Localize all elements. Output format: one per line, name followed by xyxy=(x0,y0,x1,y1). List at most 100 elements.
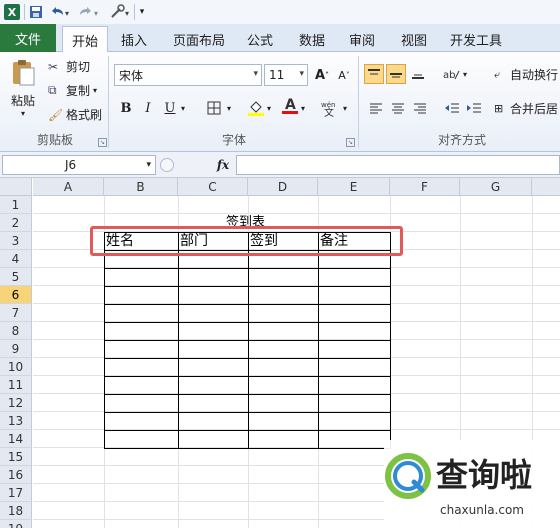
font-color-button[interactable]: A xyxy=(280,96,300,116)
row-header-8[interactable]: 8 xyxy=(0,322,32,340)
align-top-button[interactable] xyxy=(364,64,384,84)
orientation-icon: ab xyxy=(443,70,460,81)
row-header-19[interactable]: 19 xyxy=(0,520,32,528)
fill-color-button[interactable] xyxy=(246,98,266,118)
column-header-f[interactable]: F xyxy=(390,178,460,196)
save-icon[interactable] xyxy=(28,3,44,21)
bold-button[interactable]: B xyxy=(116,98,136,118)
column-header-h[interactable] xyxy=(532,178,560,196)
increase-indent-button[interactable] xyxy=(464,98,484,118)
tab-file[interactable]: 文件 xyxy=(0,24,56,52)
row-header-9[interactable]: 9 xyxy=(0,340,32,358)
align-middle-icon xyxy=(390,73,402,78)
row-header-6[interactable]: 6 xyxy=(0,286,32,304)
column-header-d[interactable]: D xyxy=(248,178,318,196)
tab-page-layout[interactable]: 页面布局 xyxy=(168,26,230,52)
tab-review[interactable]: 审阅 xyxy=(342,26,382,52)
row-header-17[interactable]: 17 xyxy=(0,484,32,502)
excel-icon[interactable]: X xyxy=(4,3,20,21)
font-name-select[interactable]: 宋体 ▾ xyxy=(114,64,262,86)
grow-font-icon: A xyxy=(314,67,326,83)
row-header-13[interactable]: 13 xyxy=(0,412,32,430)
font-size-select[interactable]: 11 ▾ xyxy=(264,64,308,86)
row-header-10[interactable]: 10 xyxy=(0,358,32,376)
chevron-down-icon[interactable]: ▾ xyxy=(178,98,188,118)
column-header-b[interactable]: B xyxy=(104,178,178,196)
tab-data[interactable]: 数据 xyxy=(292,26,332,52)
row-header-15[interactable]: 15 xyxy=(0,448,32,466)
table-border xyxy=(104,448,391,449)
wrap-text-button[interactable]: ⤶ 自动换行 xyxy=(494,66,558,83)
align-left-button[interactable] xyxy=(366,98,386,118)
tab-formulas[interactable]: 公式 xyxy=(240,26,280,52)
tab-home[interactable]: 开始 xyxy=(62,26,108,53)
shrink-font-button[interactable]: A ˅ xyxy=(334,65,354,85)
orientation-button[interactable]: ab xyxy=(442,64,462,84)
formula-bar-grip-icon[interactable] xyxy=(160,158,174,172)
highlight-box xyxy=(90,226,403,256)
italic-button[interactable]: I xyxy=(138,98,158,118)
svg-text:文: 文 xyxy=(324,106,334,117)
copy-button[interactable]: ⧉ 复制 ▾ xyxy=(48,82,97,99)
phonetic-button[interactable]: wén 文 xyxy=(320,98,340,118)
divider xyxy=(134,4,135,20)
worksheet-grid[interactable]: A B C D E F G 1 2 3 4 5 6 7 8 9 10 11 12 13 14 15 16 17 1… xyxy=(0,178,560,528)
merge-center-icon: ⊞ xyxy=(494,102,504,115)
chevron-down-icon[interactable]: ▾ xyxy=(460,64,470,84)
format-painter-button[interactable]: 🖌 格式刷 xyxy=(48,106,102,123)
chevron-down-icon[interactable]: ▾ xyxy=(298,98,308,118)
column-header-c[interactable]: C xyxy=(178,178,248,196)
select-all-corner[interactable] xyxy=(0,178,32,196)
column-header-a[interactable]: A xyxy=(33,178,104,196)
align-bottom-icon xyxy=(412,74,424,79)
underline-button[interactable]: U xyxy=(160,98,180,118)
row-header-12[interactable]: 12 xyxy=(0,394,32,412)
column-header-e[interactable]: E xyxy=(318,178,390,196)
decrease-indent-icon xyxy=(445,103,459,113)
row-header-16[interactable]: 16 xyxy=(0,466,32,484)
row-header-5[interactable]: 5 xyxy=(0,268,32,286)
row-header-7[interactable]: 7 xyxy=(0,304,32,322)
qat-menu-icon[interactable]: ▾ xyxy=(137,3,147,21)
align-center-button[interactable] xyxy=(388,98,408,118)
tab-developer[interactable]: 开发工具 xyxy=(444,26,508,52)
align-middle-button[interactable] xyxy=(386,64,406,84)
row-header-1[interactable]: 1 xyxy=(0,196,32,214)
merge-center-button[interactable]: ⊞ 合并后居 xyxy=(494,100,558,117)
align-right-button[interactable] xyxy=(410,98,430,118)
cut-button[interactable]: ✂ 剪切 xyxy=(48,58,90,75)
font-launcher-icon[interactable]: ↘ xyxy=(346,138,355,147)
chevron-down-icon: ▾ xyxy=(253,69,258,79)
insert-function-button[interactable]: fx xyxy=(214,156,232,174)
tab-view[interactable]: 视图 xyxy=(394,26,434,52)
column-header-g[interactable]: G xyxy=(460,178,532,196)
row-header-18[interactable]: 18 xyxy=(0,502,32,520)
row-header-3[interactable]: 3 xyxy=(0,232,32,250)
increase-indent-icon xyxy=(467,103,481,113)
borders-button[interactable] xyxy=(204,98,224,118)
chevron-down-icon[interactable]: ▾ xyxy=(264,98,274,118)
customize-icon[interactable]: ▾ xyxy=(108,3,132,21)
align-top-icon xyxy=(368,69,380,75)
formula-input[interactable] xyxy=(236,155,560,175)
alignment-group-label: 对齐方式 xyxy=(437,133,486,147)
font-size-value: 11 xyxy=(269,68,285,82)
grow-font-button[interactable]: A ˄ xyxy=(312,65,332,85)
clipboard-launcher-icon[interactable]: ↘ xyxy=(98,138,107,147)
row-header-4[interactable]: 4 xyxy=(0,250,32,268)
chevron-down-icon[interactable]: ▾ xyxy=(224,98,234,118)
undo-icon[interactable]: ▾ xyxy=(48,3,72,21)
row-header-14[interactable]: 14 xyxy=(0,430,32,448)
redo-icon[interactable]: ▾ xyxy=(78,3,102,21)
paste-label: 粘贴 xyxy=(10,94,35,108)
group-divider xyxy=(358,56,359,148)
align-bottom-button[interactable] xyxy=(408,64,428,84)
row-header-11[interactable]: 11 xyxy=(0,376,32,394)
chevron-down-icon[interactable]: ▾ xyxy=(340,98,350,118)
row-header-2[interactable]: 2 xyxy=(0,214,32,232)
name-box[interactable]: J6 ▾ xyxy=(2,155,156,175)
tab-insert[interactable]: 插入 xyxy=(114,26,154,52)
decrease-indent-button[interactable] xyxy=(442,98,462,118)
table-border xyxy=(104,232,105,448)
paste-button[interactable]: 粘贴 ▾ xyxy=(8,58,38,118)
